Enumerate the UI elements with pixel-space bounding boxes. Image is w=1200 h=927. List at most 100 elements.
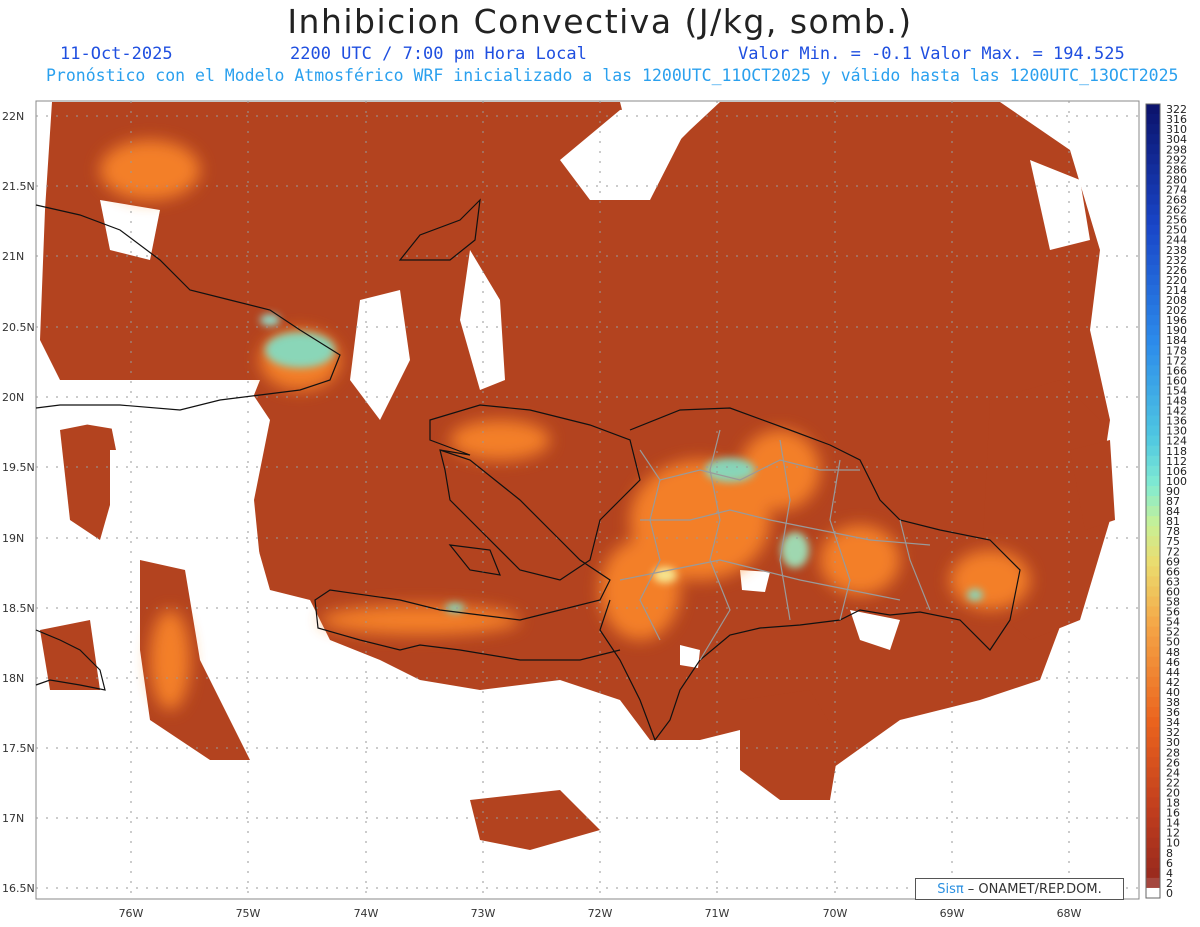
- lon-label: 74W: [354, 907, 379, 920]
- colorbar-swatch: [1146, 546, 1160, 557]
- colorbar-swatch: [1146, 294, 1160, 306]
- lat-label: 17N: [2, 812, 24, 825]
- colorbar-swatch: [1146, 114, 1160, 125]
- colorbar-swatch: [1146, 857, 1160, 869]
- colorbar-swatch: [1146, 807, 1160, 819]
- latitude-labels: 22N 21.5N 21N 20.5N 20N 19.5N 19N 18.5N …: [2, 110, 35, 895]
- colorbar-swatch: [1146, 184, 1160, 195]
- colorbar-swatch: [1146, 214, 1160, 226]
- colorbar-swatch: [1146, 204, 1160, 216]
- colorbar-swatch: [1146, 435, 1160, 447]
- colorbar-swatch: [1146, 224, 1160, 236]
- colorbar-swatch: [1146, 576, 1160, 587]
- colorbar-swatch: [1146, 676, 1160, 688]
- colorbar-swatch: [1146, 757, 1160, 768]
- colorbar-swatch: [1146, 274, 1160, 286]
- colorbar-swatch: [1146, 365, 1160, 376]
- colorbar-swatch: [1146, 134, 1160, 145]
- lon-label: 70W: [823, 907, 848, 920]
- colorbar: 3223163103042982922862802742682622562502…: [1145, 103, 1187, 900]
- colorbar-swatch: [1146, 817, 1160, 829]
- longitude-labels: 76W 75W 74W 73W 72W 71W 70W 69W 68W: [119, 907, 1082, 920]
- lat-label: 22N: [2, 110, 24, 123]
- colorbar-swatch: [1146, 867, 1160, 879]
- colorbar-swatch: [1146, 666, 1160, 678]
- colorbar-swatch: [1146, 194, 1160, 206]
- colorbar-swatch: [1146, 485, 1160, 497]
- colorbar-swatch: [1146, 375, 1160, 386]
- credit-org: – ONAMET/REP.DOM.: [967, 881, 1102, 897]
- colorbar-swatch: [1146, 616, 1160, 628]
- colorbar-swatch: [1146, 656, 1160, 668]
- lat-label: 20N: [2, 391, 24, 404]
- colorbar-swatch: [1146, 707, 1160, 718]
- colorbar-swatch: [1146, 737, 1160, 748]
- colorbar-swatch: [1146, 646, 1160, 658]
- colorbar-swatch: [1146, 847, 1160, 859]
- colorbar-swatch: [1146, 686, 1160, 698]
- lon-label: 72W: [588, 907, 613, 920]
- colorbar-swatch: [1146, 475, 1160, 487]
- colorbar-swatch: [1146, 174, 1160, 185]
- lat-label: 20.5N: [2, 321, 35, 334]
- colorbar-swatch: [1146, 465, 1160, 477]
- colorbar-swatch: [1146, 606, 1160, 618]
- lat-label: 16.5N: [2, 882, 35, 895]
- colorbar-swatch: [1146, 355, 1160, 366]
- colorbar-swatch: [1146, 495, 1160, 507]
- lon-label: 69W: [940, 907, 965, 920]
- colorbar-swatch: [1146, 727, 1160, 738]
- colorbar-swatch: [1146, 536, 1160, 547]
- colorbar-label: 0: [1166, 887, 1173, 900]
- colorbar-swatch: [1146, 516, 1160, 527]
- colorbar-swatch: [1146, 827, 1160, 839]
- colorbar-swatch: [1146, 425, 1160, 437]
- lon-label: 76W: [119, 907, 144, 920]
- colorbar-swatch: [1146, 626, 1160, 638]
- colorbar-swatch: [1146, 254, 1160, 266]
- colorbar-swatch: [1146, 325, 1160, 336]
- colorbar-swatch: [1146, 305, 1160, 316]
- colorbar-swatch: [1146, 445, 1160, 457]
- colorbar-swatch: [1146, 526, 1160, 537]
- colorbar-swatch: [1146, 877, 1160, 889]
- colorbar-swatch: [1146, 345, 1160, 356]
- credit-box: Sisπ – ONAMET/REP.DOM.: [915, 878, 1124, 900]
- colorbar-swatch: [1146, 747, 1160, 758]
- lat-label: 18N: [2, 672, 24, 685]
- colorbar-swatch: [1146, 586, 1160, 597]
- colorbar-swatch: [1146, 284, 1160, 296]
- colorbar-swatch: [1146, 405, 1160, 417]
- lat-label: 17.5N: [2, 742, 35, 755]
- lat-label: 21N: [2, 250, 24, 263]
- colorbar-swatch: [1146, 636, 1160, 648]
- colorbar-swatch: [1146, 787, 1160, 798]
- lon-label: 73W: [471, 907, 496, 920]
- colorbar-swatch: [1146, 455, 1160, 467]
- colorbar-swatch: [1146, 596, 1160, 608]
- map-figure: 22N 21.5N 21N 20.5N 20N 19.5N 19N 18.5N …: [2, 100, 1187, 920]
- colorbar-swatch: [1146, 335, 1160, 346]
- lat-label: 19.5N: [2, 461, 35, 474]
- colorbar-swatch: [1146, 556, 1160, 567]
- lat-label: 19N: [2, 532, 24, 545]
- lat-label: 18.5N: [2, 602, 35, 615]
- lon-label: 75W: [236, 907, 261, 920]
- colorbar-swatch: [1146, 887, 1160, 899]
- colorbar-swatch: [1146, 566, 1160, 577]
- colorbar-swatch: [1146, 234, 1160, 246]
- colorbar-swatch: [1146, 385, 1160, 396]
- colorbar-swatch: [1146, 696, 1160, 708]
- colorbar-swatch: [1146, 164, 1160, 175]
- colorbar-swatch: [1146, 777, 1160, 788]
- colorbar-swatch: [1146, 506, 1160, 517]
- lon-label: 71W: [705, 907, 730, 920]
- colorbar-swatch: [1146, 244, 1160, 256]
- colorbar-swatch: [1146, 124, 1160, 135]
- lon-label: 68W: [1057, 907, 1082, 920]
- colorbar-swatch: [1146, 154, 1160, 165]
- colorbar-swatch: [1146, 415, 1160, 427]
- lat-label: 21.5N: [2, 180, 35, 193]
- colorbar-swatch: [1146, 767, 1160, 778]
- colorbar-swatch: [1146, 717, 1160, 728]
